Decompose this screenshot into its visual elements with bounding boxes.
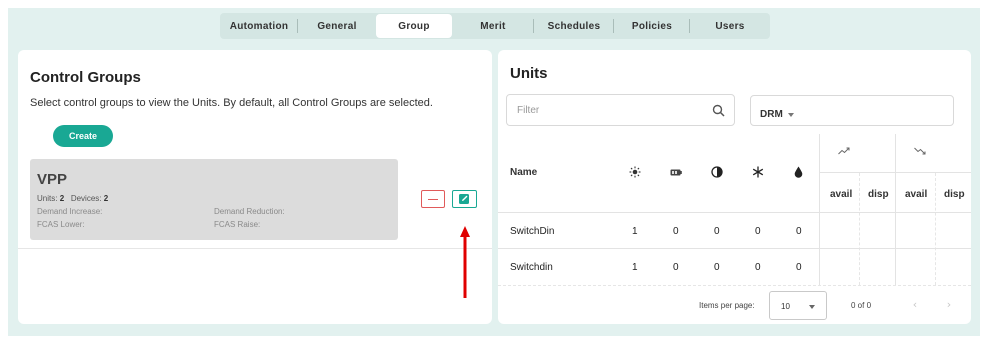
chevron-down-icon [788,113,794,117]
chevron-down-icon [809,305,815,309]
fcas-raise-label: FCAS Raise: [214,220,261,229]
control-groups-description: Select control groups to view the Units.… [30,97,433,109]
group-counts: Units: 2 Devices: 2 [37,194,108,203]
column-header-disp-up[interactable]: disp [868,189,889,200]
contrast-icon [711,166,723,178]
trend-up-icon [838,147,850,155]
table-header-border [498,212,971,213]
items-per-page-label: Items per page: [699,301,755,310]
battery-icon [670,169,682,176]
tab-users[interactable]: Users [690,13,770,39]
unit-name: Switchdin [510,262,553,273]
chevron-left-icon[interactable]: ‹ [909,298,921,312]
unit-value: 0 [755,262,761,273]
units-count-value: 2 [59,194,65,203]
demand-increase-label: Demand Increase: [37,207,103,216]
tab-general[interactable]: General [298,13,376,39]
control-groups-title: Control Groups [30,69,141,86]
tab-schedules[interactable]: Schedules [534,13,614,39]
table-divider [935,173,936,285]
drm-select[interactable]: DRM [750,95,954,126]
drm-select-value: DRM [760,109,783,120]
table-divider [859,173,860,285]
column-header-name[interactable]: Name [510,167,537,178]
unit-value: 0 [796,226,802,237]
devices-count-value: 2 [103,194,109,203]
unit-value: 0 [714,226,720,237]
tab-automation[interactable]: Automation [220,13,298,39]
tab-policies[interactable]: Policies [614,13,690,39]
unit-value: 0 [714,262,720,273]
tab-bar: Automation General Group Merit Schedules… [220,13,770,39]
devices-count-label: Devices: [70,194,102,203]
tab-group[interactable]: Group [376,14,452,38]
unit-value: 0 [673,262,679,273]
group-name: VPP [37,171,68,188]
unit-value: 0 [755,226,761,237]
unit-value: 0 [673,226,679,237]
table-row-border [498,285,971,286]
unit-value: 1 [632,262,638,273]
fcas-lower-label: FCAS Lower: [37,220,85,229]
water-drop-icon [794,166,803,178]
pagination-range: 0 of 0 [851,301,872,310]
sun-icon [629,166,641,178]
items-per-page-select[interactable]: 10 [769,291,827,320]
units-title: Units [510,65,548,82]
unit-name: SwitchDin [510,226,555,237]
trend-down-icon [914,147,926,155]
table-divider [895,134,896,285]
items-per-page-value: 10 [781,302,790,311]
table-divider [819,134,820,285]
snowflake-icon [752,166,764,178]
unit-value: 0 [796,262,802,273]
demand-reduction-label: Demand Reduction: [214,207,285,216]
column-header-avail-down[interactable]: avail [905,189,927,200]
control-groups-panel: Control Groups Select control groups to … [18,50,492,324]
group-list-divider [18,248,492,249]
annotation-arrow-icon [460,226,470,298]
edit-icon [459,194,469,204]
column-header-disp-down[interactable]: disp [944,189,965,200]
search-icon[interactable] [712,104,725,117]
remove-group-button[interactable] [421,190,445,208]
unit-value: 1 [632,226,638,237]
units-panel: Units DRM Name [498,50,971,324]
edit-group-button[interactable] [452,190,477,208]
filter-input[interactable] [507,95,697,125]
table-divider [820,172,971,173]
chevron-right-icon[interactable]: › [943,298,955,312]
control-group-card-vpp[interactable]: VPP Units: 2 Devices: 2 Demand Increase:… [30,159,398,240]
tab-merit[interactable]: Merit [452,13,534,39]
units-count-label: Units: [37,194,58,203]
create-button[interactable]: Create [53,125,113,147]
minus-icon [428,198,438,200]
table-row-border [498,248,971,249]
column-header-avail-up[interactable]: avail [830,189,852,200]
filter-field[interactable] [506,94,735,126]
